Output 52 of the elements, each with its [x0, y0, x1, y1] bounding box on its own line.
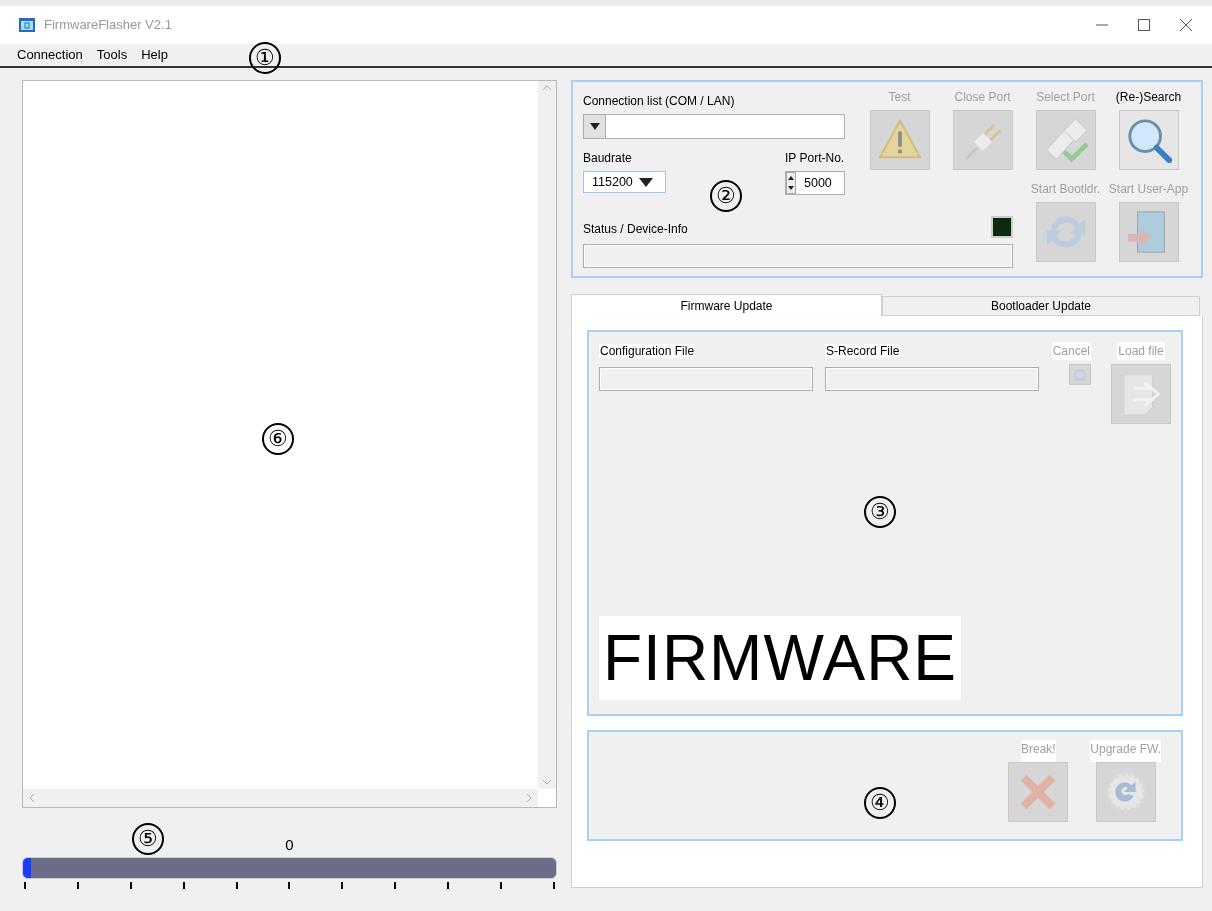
progress-value: 0	[285, 836, 294, 853]
connection-list-combo[interactable]	[583, 114, 845, 139]
icon-button[interactable]	[1118, 110, 1179, 170]
button-label: Break!	[1020, 740, 1056, 762]
field-label: Connection list (COM / LAN)	[583, 93, 736, 110]
field-label: Configuration File	[599, 344, 696, 358]
caret-icon	[589, 123, 600, 130]
button-label: Select Port	[1036, 89, 1095, 106]
menu-item[interactable]: Help	[141, 45, 168, 65]
tab[interactable]: Firmware Update	[571, 294, 882, 316]
status-field[interactable]	[583, 244, 1013, 268]
close-icon	[1180, 19, 1192, 31]
app-icon	[18, 17, 36, 33]
spin-arrows-icon	[786, 172, 796, 194]
baudrate-combo[interactable]: 115200	[583, 171, 666, 193]
button-label: Start User-App	[1108, 181, 1189, 198]
field-label: IP Port-No.	[785, 150, 845, 167]
callout-number: ⑥	[262, 423, 294, 455]
callout-number: ④	[864, 787, 896, 819]
scroll-right-icon	[526, 793, 532, 803]
menu-item[interactable]: Connection	[17, 45, 83, 65]
refresh-icon	[1073, 367, 1087, 382]
menu-item[interactable]: Tools	[96, 45, 128, 65]
file-field[interactable]	[825, 367, 1039, 391]
search-icon	[1125, 117, 1172, 163]
banner-text: FIRMWARE	[599, 616, 962, 700]
button-label: Close Port	[954, 89, 1011, 106]
callout-number: ③	[864, 496, 896, 528]
field-label: Status / Device-Info	[583, 221, 688, 238]
horizontal-scrollbar[interactable]	[23, 789, 538, 807]
button-label: Start Bootldr.	[1030, 181, 1101, 198]
button-label: Load file	[1117, 342, 1165, 360]
field-label: S-Record File	[825, 344, 901, 358]
maximize-icon	[1138, 19, 1150, 31]
button-label: Upgrade FW.	[1090, 740, 1161, 762]
caret-icon	[638, 177, 653, 187]
button-label: Cancel	[1051, 342, 1091, 360]
scroll-left-icon	[29, 793, 35, 803]
vertical-scrollbar[interactable]	[538, 81, 556, 789]
scroll-down-icon	[542, 779, 552, 785]
scroll-up-icon	[542, 85, 552, 91]
callout-number: ⑤	[132, 823, 164, 855]
file-field[interactable]	[599, 367, 813, 391]
window-title: FirmwareFlasher V2.1	[44, 16, 172, 35]
button-label: Test	[888, 89, 911, 106]
button-label: (Re-)Search	[1115, 89, 1182, 106]
port-spinner[interactable]: 5000	[785, 171, 845, 195]
field-label: Baudrate	[583, 150, 633, 167]
tab[interactable]: Bootloader Update	[882, 296, 1200, 316]
callout-number: ①	[249, 42, 281, 74]
progress-slider[interactable]	[22, 857, 557, 879]
callout-number: ②	[710, 180, 742, 212]
